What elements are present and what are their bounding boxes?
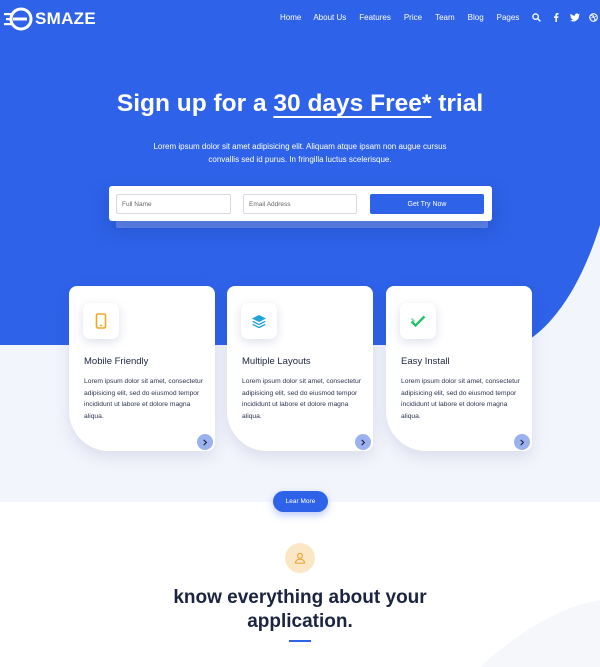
feature-text: Lorem ipsum dolor sit amet, consectetur … bbox=[242, 378, 361, 420]
title-underline bbox=[289, 640, 311, 642]
feature-title: Easy Install bbox=[401, 356, 450, 367]
brand-name: SMAZE bbox=[35, 9, 96, 28]
full-name-input[interactable] bbox=[116, 194, 231, 214]
user-icon bbox=[294, 552, 306, 564]
feature-text: Lorem ipsum dolor sit amet, consectetur … bbox=[401, 378, 520, 420]
feature-icon-box bbox=[241, 303, 277, 339]
brand-logo[interactable]: SMAZE bbox=[4, 6, 96, 32]
get-try-now-button[interactable]: Get Try Now bbox=[370, 194, 484, 214]
main-menu: Home About Us Features Price Team Blog P… bbox=[280, 13, 532, 22]
chevron-right-icon[interactable] bbox=[355, 434, 371, 450]
menu-item-blog[interactable]: Blog bbox=[468, 13, 484, 22]
feature-icon-box bbox=[400, 303, 436, 339]
form-shadow bbox=[116, 220, 488, 228]
check-icon bbox=[410, 315, 426, 327]
chevron-right-icon[interactable] bbox=[514, 434, 530, 450]
logo-icon bbox=[4, 7, 33, 31]
menu-item-features[interactable]: Features bbox=[359, 13, 391, 22]
hero-title-highlight: 30 days Free* bbox=[273, 90, 432, 117]
hero-title-suffix: trial bbox=[431, 90, 484, 117]
section-title: know everything about your application. bbox=[173, 587, 427, 632]
mobile-icon bbox=[95, 313, 107, 329]
feature-card-install: Easy Install Lorem ipsum dolor sit amet,… bbox=[386, 286, 532, 451]
email-input[interactable] bbox=[243, 194, 357, 214]
menu-item-pages[interactable]: Pages bbox=[497, 13, 520, 22]
feature-text: Lorem ipsum dolor sit amet, consectetur … bbox=[84, 378, 203, 420]
feature-icon-box bbox=[83, 303, 119, 339]
menu-item-about-us[interactable]: About Us bbox=[313, 13, 346, 22]
hero-title-prefix: Sign up for a bbox=[116, 90, 274, 117]
feature-title: Mobile Friendly bbox=[84, 356, 149, 367]
nav-icon-group bbox=[531, 12, 599, 23]
user-icon-circle bbox=[285, 543, 315, 573]
hero-title: Sign up for a 30 days Free* trial bbox=[0, 90, 600, 118]
feature-card-layouts: Multiple Layouts Lorem ipsum dolor sit a… bbox=[227, 286, 373, 451]
signup-form: Get Try Now bbox=[109, 186, 492, 221]
dribbble-icon[interactable] bbox=[588, 12, 599, 23]
hero-description: Lorem ipsum dolor sit amet adipisicing e… bbox=[153, 142, 447, 164]
top-navbar: SMAZE Home About Us Features Price Team … bbox=[0, 0, 600, 38]
twitter-icon[interactable] bbox=[569, 12, 580, 23]
menu-item-price[interactable]: Price bbox=[404, 13, 422, 22]
feature-title: Multiple Layouts bbox=[242, 356, 311, 367]
menu-item-home[interactable]: Home bbox=[280, 13, 301, 22]
menu-item-team[interactable]: Team bbox=[435, 13, 455, 22]
feature-card-mobile: Mobile Friendly Lorem ipsum dolor sit am… bbox=[69, 286, 215, 451]
search-icon[interactable] bbox=[531, 12, 542, 23]
facebook-icon[interactable] bbox=[550, 12, 561, 23]
layers-icon bbox=[252, 315, 266, 328]
chevron-right-icon[interactable] bbox=[197, 434, 213, 450]
learn-more-button[interactable]: Lear More bbox=[273, 491, 328, 512]
